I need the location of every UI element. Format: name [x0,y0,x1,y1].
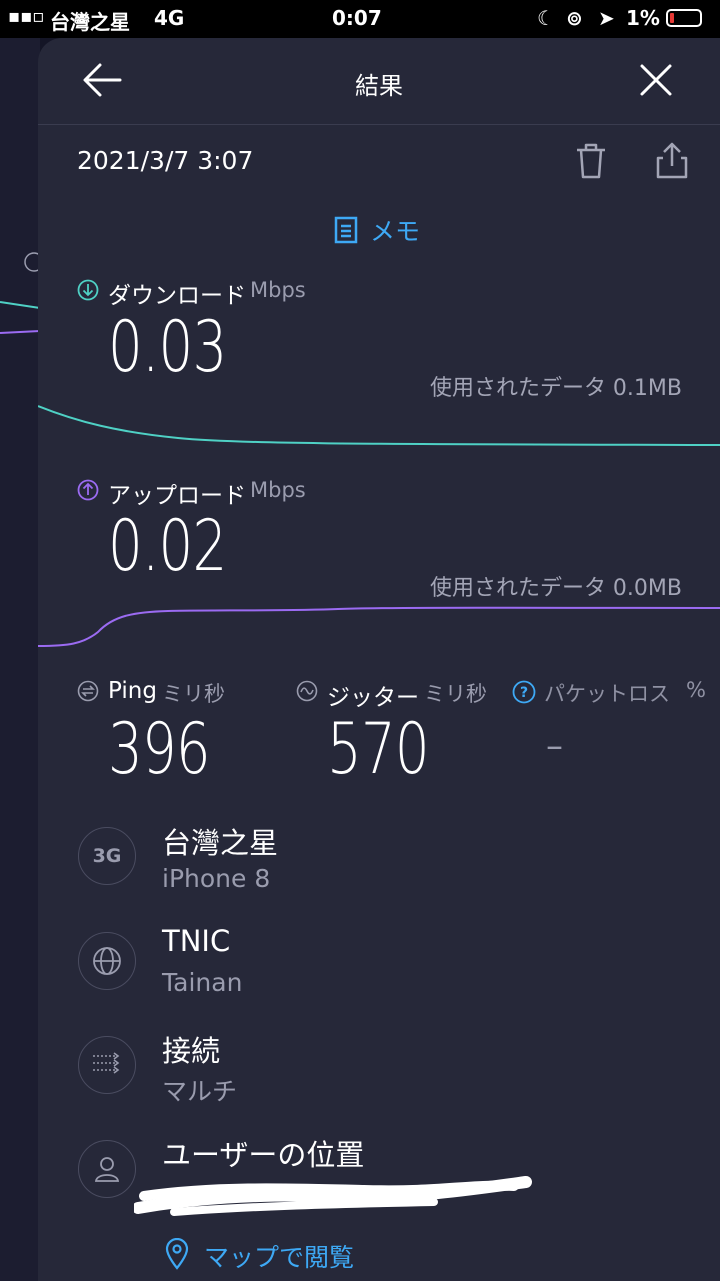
jitter-unit: ミリ秒 [424,682,487,706]
result-card: 結果 2021/3/7 3:07 メモ ダウンロード Mbps 0.03 使用さ… [38,38,720,1281]
location-arrow-icon: ➤ [598,6,615,30]
packet-loss-label: パケットロス [544,682,670,706]
view-map-label: マップで閲覧 [204,1243,355,1272]
status-time: 0:07 [332,6,382,30]
upload-graph [38,606,720,647]
ping-icon [77,680,99,702]
battery-percent: 1% [626,6,660,30]
packet-loss-value: – [546,726,563,766]
download-value: 0.03 [108,306,227,388]
moon-icon: ☾ [537,6,555,30]
status-bar: ▪▪▫ 台灣之星 4G 0:07 ☾ ⊚ ➤ 1% [0,0,720,38]
download-unit: Mbps [250,278,306,302]
jitter-label: ジッター [327,685,419,711]
server-name: TNIC [162,924,231,958]
server-location: Tainan [162,968,243,997]
globe-icon [78,932,136,990]
user-icon [78,1140,136,1198]
download-icon [77,279,99,301]
ping-label: Ping [108,678,157,704]
connection-title: 接続 [162,1034,221,1068]
carrier-name: 台灣之星 [50,10,130,34]
memo-label: メモ [370,217,421,246]
background-graph [0,252,40,334]
map-pin-icon [165,1238,189,1270]
upload-unit: Mbps [250,478,306,502]
background-screen [0,38,40,1281]
help-icon[interactable]: ? [512,680,536,704]
download-label: ダウンロード [108,283,246,309]
jitter-icon [296,680,318,702]
delete-icon[interactable] [574,142,608,180]
result-date: 2021/3/7 3:07 [77,146,254,175]
connection-mode: マルチ [162,1077,238,1106]
page-title: 結果 [355,72,403,100]
rotation-lock-icon: ⊚ [566,6,583,30]
memo-icon [334,216,358,244]
provider-name: 台灣之星 [162,826,279,860]
header-divider [38,124,720,125]
battery-icon [666,9,702,27]
connections-icon [78,1036,136,1094]
network-type: 4G [154,6,185,30]
upload-value: 0.02 [108,505,227,587]
download-graph [38,405,720,446]
ping-unit: ミリ秒 [162,682,225,706]
signal-icon: ▪▪▫ [8,6,45,27]
upload-icon [77,479,99,501]
share-icon[interactable] [655,140,689,180]
ping-value: 396 [108,708,211,790]
svg-text:?: ? [520,685,528,701]
close-icon[interactable] [638,62,674,98]
jitter-value: 570 [327,708,430,790]
device-name: iPhone 8 [162,864,271,893]
packet-loss-unit: % [686,678,706,702]
redacted-location [134,1176,532,1216]
network-3g-icon: 3G [78,827,136,885]
